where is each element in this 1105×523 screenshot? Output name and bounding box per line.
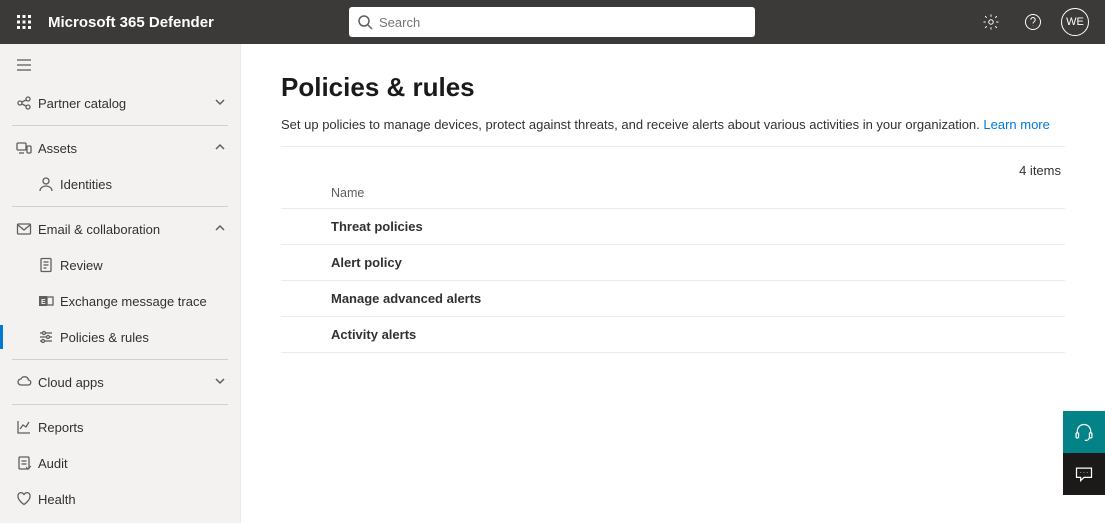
user-avatar[interactable]: WE [1061, 8, 1089, 36]
svg-text:E: E [41, 299, 46, 306]
help-button[interactable] [1019, 8, 1047, 36]
feedback-icon [1074, 464, 1094, 484]
page-description-text: Set up policies to manage devices, prote… [281, 117, 983, 132]
sidebar-item-permissions[interactable]: Permissions [0, 517, 240, 523]
share-icon [16, 95, 38, 111]
devices-icon [16, 140, 38, 156]
hamburger-icon [16, 58, 32, 72]
chevron-up-icon [214, 141, 226, 156]
gear-icon [982, 13, 1000, 31]
search-input[interactable] [379, 15, 747, 30]
nav-divider [12, 404, 228, 405]
cloud-icon [16, 374, 38, 390]
table-row[interactable]: Alert policy [281, 245, 1065, 281]
floating-actions [1063, 411, 1105, 495]
item-count: 4 items [281, 163, 1065, 178]
nav-divider [12, 206, 228, 207]
table-row[interactable]: Threat policies [281, 209, 1065, 245]
sidebar-item-review[interactable]: Review [0, 247, 240, 283]
sidebar-item-label: Reports [38, 420, 226, 435]
sidebar-item-audit[interactable]: Audit [0, 445, 240, 481]
learn-more-link[interactable]: Learn more [983, 117, 1049, 132]
audit-icon [16, 455, 38, 471]
sidebar-item-label: Health [38, 492, 226, 507]
heart-icon [16, 491, 38, 507]
sidebar-item-cloud-apps[interactable]: Cloud apps [0, 364, 240, 400]
page-description: Set up policies to manage devices, prote… [281, 117, 1065, 147]
support-button[interactable] [1063, 411, 1105, 453]
document-icon [38, 257, 60, 273]
mail-icon [16, 221, 38, 237]
app-launcher-button[interactable] [8, 6, 40, 38]
nav-divider [12, 359, 228, 360]
row-name: Activity alerts [331, 327, 416, 342]
chevron-up-icon [214, 222, 226, 237]
help-icon [1024, 13, 1042, 31]
sidebar-item-label: Audit [38, 456, 226, 471]
app-header: Microsoft 365 Defender WE [0, 0, 1105, 44]
sidebar-item-label: Review [60, 258, 226, 273]
person-icon [38, 176, 60, 192]
row-name: Manage advanced alerts [331, 291, 481, 306]
chart-icon [16, 419, 38, 435]
sidebar-item-label: Email & collaboration [38, 222, 214, 237]
nav-divider [12, 125, 228, 126]
table-row[interactable]: Activity alerts [281, 317, 1065, 353]
column-name[interactable]: Name [331, 186, 364, 200]
sidebar-item-email-collaboration[interactable]: Email & collaboration [0, 211, 240, 247]
settings-slider-icon [38, 329, 60, 345]
sidebar-item-policies-rules[interactable]: Policies & rules [0, 319, 240, 355]
product-name: Microsoft 365 Defender [48, 14, 214, 31]
sidebar-item-health[interactable]: Health [0, 481, 240, 517]
table-header: Name [281, 186, 1065, 209]
sidebar-item-exchange-message-trace[interactable]: E Exchange message trace [0, 283, 240, 319]
chevron-down-icon [214, 375, 226, 390]
search-box[interactable] [349, 7, 755, 37]
sidebar-item-assets[interactable]: Assets [0, 130, 240, 166]
sidebar-item-label: Exchange message trace [60, 294, 226, 309]
search-icon [357, 14, 373, 30]
sidebar-item-label: Partner catalog [38, 96, 214, 111]
page-title: Policies & rules [281, 72, 1065, 103]
main-content: Policies & rules Set up policies to mana… [241, 44, 1105, 523]
row-name: Threat policies [331, 219, 423, 234]
sidebar-item-reports[interactable]: Reports [0, 409, 240, 445]
sidebar-item-label: Assets [38, 141, 214, 156]
sidebar-item-label: Policies & rules [60, 330, 226, 345]
sidebar: Partner catalog Assets Identities Email & c… [0, 44, 241, 523]
sidebar-item-label: Identities [60, 177, 226, 192]
row-name: Alert policy [331, 255, 402, 270]
waffle-icon [16, 14, 32, 30]
header-actions: WE [977, 8, 1097, 36]
sidebar-item-label: Cloud apps [38, 375, 214, 390]
chevron-down-icon [214, 96, 226, 111]
headset-icon [1074, 422, 1094, 442]
exchange-icon: E [38, 293, 60, 309]
sidebar-item-partner-catalog[interactable]: Partner catalog [0, 85, 240, 121]
feedback-button[interactable] [1063, 453, 1105, 495]
settings-button[interactable] [977, 8, 1005, 36]
sidebar-item-identities[interactable]: Identities [0, 166, 240, 202]
table-row[interactable]: Manage advanced alerts [281, 281, 1065, 317]
sidebar-toggle[interactable] [0, 52, 240, 85]
